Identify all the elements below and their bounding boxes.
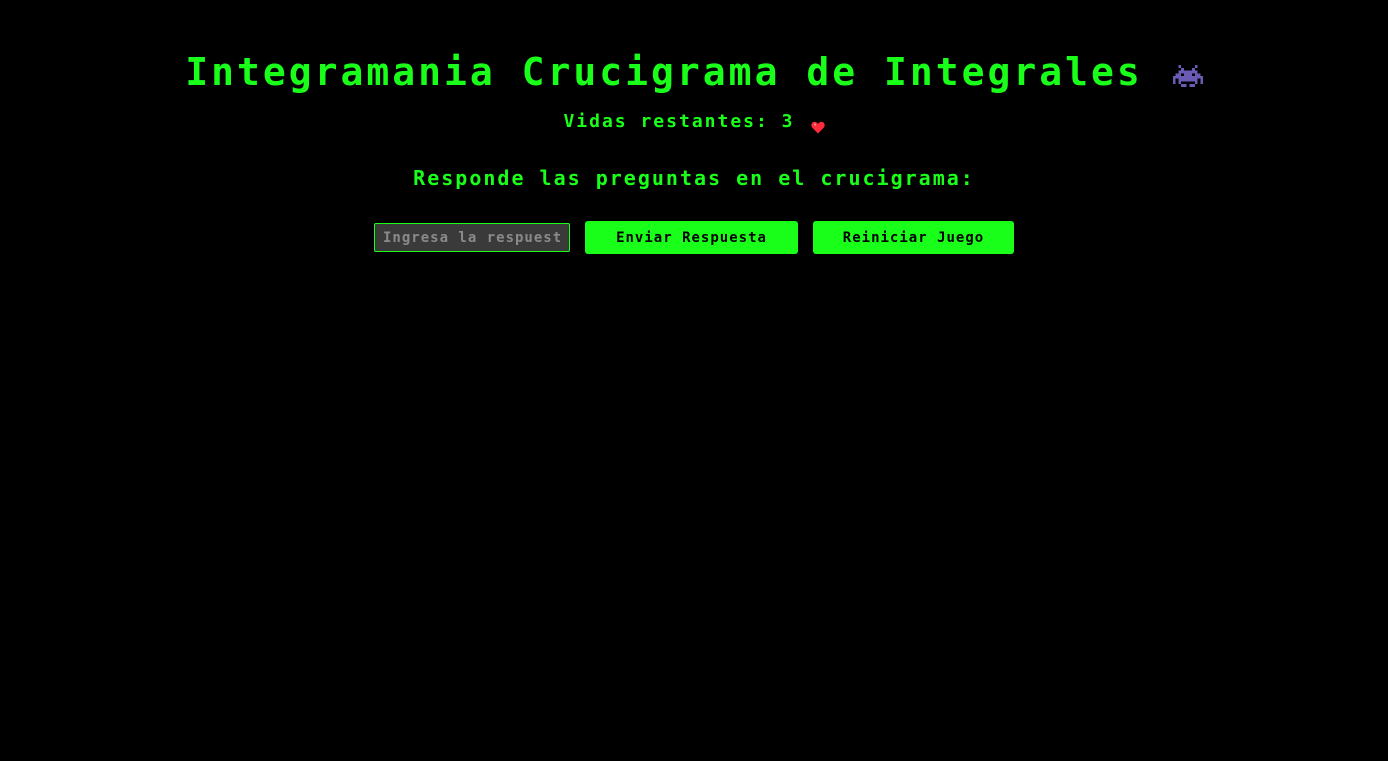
lives-label: Vidas restantes: 3 — [563, 110, 795, 132]
answer-input[interactable] — [374, 223, 570, 252]
restart-game-button[interactable]: Reiniciar Juego — [813, 221, 1014, 254]
answer-controls: Enviar Respuesta Reiniciar Juego — [0, 221, 1388, 254]
submit-answer-button[interactable]: Enviar Respuesta — [585, 221, 798, 254]
heart-icon — [810, 118, 825, 133]
page-title: Integramania Crucigrama de Integrales — [185, 50, 1143, 94]
header: Integramania Crucigrama de Integrales — [0, 44, 1388, 100]
crossword-prompt: Responde las preguntas en el crucigrama: — [413, 166, 975, 190]
lives-indicator: Vidas restantes: 3 — [0, 106, 1388, 136]
space-invader-icon — [1172, 63, 1203, 89]
